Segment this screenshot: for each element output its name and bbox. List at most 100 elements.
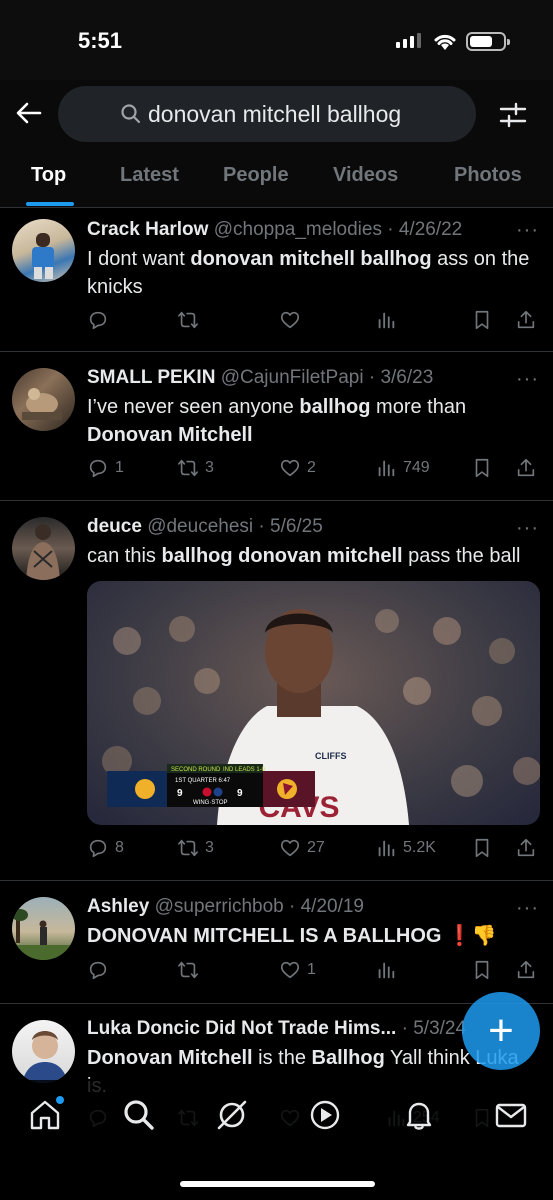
bookmark-button[interactable] [471,457,493,479]
tweet-text: I’ve never seen anyone ballhog more than… [87,396,467,446]
share-button[interactable] [515,837,537,859]
views-button[interactable]: 5.2K [375,837,436,859]
tweet-actions [87,309,541,337]
retweet-button[interactable] [177,309,205,331]
search-input[interactable]: donovan mitchell ballhog [58,86,476,142]
video-play-icon[interactable] [308,1098,342,1132]
heart-icon [279,309,301,331]
reply-button[interactable]: 1 [87,457,124,479]
reply-icon [87,959,109,981]
share-button[interactable] [515,959,537,981]
like-button[interactable] [279,309,307,331]
views-chart-icon [375,959,397,981]
reply-button[interactable] [87,959,115,981]
svg-text:CLIFFS: CLIFFS [315,751,347,761]
tweet[interactable]: deuce @deucehesi · 5/6/25 can this ballh… [0,501,553,881]
svg-text:1ST QUARTER 6:47: 1ST QUARTER 6:47 [175,778,231,784]
retweet-button[interactable]: 3 [177,457,214,479]
like-button[interactable]: 2 [279,457,316,479]
share-icon [515,309,537,331]
avatar[interactable] [12,368,75,431]
video-frame: CAVS CLIFFS SECOND ROUND IND LEADS 1-0 1… [102,609,540,825]
bookmark-button[interactable] [471,309,493,331]
heart-icon [279,959,301,981]
views-button[interactable] [375,309,403,331]
tweet[interactable]: Crack Harlow @choppa_melodies · 4/26/22 … [0,209,553,352]
avatar[interactable] [12,517,75,580]
back-arrow-icon[interactable] [14,98,44,128]
search-query: donovan mitchell ballhog [148,100,402,127]
reply-icon [87,837,109,859]
views-button[interactable]: 749 [375,457,430,479]
tab-people[interactable]: People [223,164,289,187]
retweet-button[interactable]: 3 [177,837,214,859]
svg-text:9: 9 [237,788,243,799]
share-button[interactable] [515,457,537,479]
more-options-icon[interactable]: ··· [516,518,539,538]
share-button[interactable] [515,309,537,331]
reply-icon [87,457,109,479]
tweet-author-name[interactable]: Ashley [87,896,149,917]
avatar[interactable] [12,219,75,282]
reply-button[interactable]: 8 [87,837,124,859]
compose-post-button[interactable]: + [462,992,540,1070]
tweet-author-name[interactable]: Luka Doncic Did Not Trade Hims... [87,1018,396,1039]
heart-icon [279,457,301,479]
retweet-icon [177,959,199,981]
status-time: 5:51 [78,28,123,53]
messages-envelope-icon[interactable] [494,1098,528,1132]
more-options-icon[interactable]: ··· [516,898,539,918]
search-icon[interactable] [122,1098,156,1132]
filter-sliders-icon[interactable] [498,100,528,130]
svg-text:IND LEADS 1-0: IND LEADS 1-0 [223,767,266,773]
avatar[interactable] [12,1020,75,1083]
tweet-author-meta: @superrichbob · 4/20/19 [149,896,364,917]
tweet-author-meta: @CajunFiletPapi · 3/6/23 [215,367,434,388]
like-button[interactable]: 1 [279,959,316,981]
grok-icon[interactable] [215,1098,249,1132]
tweet-author-meta: @deucehesi · 5/6/25 [141,516,323,537]
tweet-text: can this ballhog donovan mitchell pass t… [87,545,521,567]
views-chart-icon [375,457,397,479]
tab-photos[interactable]: Photos [454,164,522,187]
tweet-author-meta: · 5/3/24 [396,1018,467,1039]
tab-top[interactable]: Top [31,164,66,187]
like-button[interactable]: 27 [279,837,325,859]
bookmark-icon [471,837,493,859]
search-header: donovan mitchell ballhog Top Latest Peop… [0,80,553,208]
status-bar: 5:51 [0,0,553,80]
more-options-icon[interactable]: ··· [516,220,539,240]
home-indicator [180,1181,375,1187]
retweet-button[interactable] [177,959,205,981]
bookmark-icon [471,457,493,479]
wifi-icon [434,34,456,50]
tweet-text: I dont want donovan mitchell ballhog ass… [87,248,530,298]
tweet-actions: 1 [87,959,541,987]
tweet-actions: 1 3 2 749 [87,457,541,485]
svg-text:9: 9 [177,788,183,799]
active-tab-indicator [26,202,74,206]
search-tabs: Top Latest People Videos Photos [0,158,553,208]
bookmark-button[interactable] [471,837,493,859]
bookmark-icon [471,959,493,981]
tweet-video[interactable]: CAVS CLIFFS SECOND ROUND IND LEADS 1-0 1… [87,581,540,825]
views-button[interactable] [375,959,403,981]
more-options-icon[interactable]: ··· [516,369,539,389]
bookmark-button[interactable] [471,959,493,981]
avatar[interactable] [12,897,75,960]
notifications-bell-icon[interactable] [402,1098,436,1132]
tweet-author-name[interactable]: Crack Harlow [87,219,208,240]
svg-text:WING·STOP: WING·STOP [193,800,228,806]
share-icon [515,457,537,479]
reply-button[interactable] [87,309,115,331]
share-icon [515,837,537,859]
tweet[interactable]: Ashley @superrichbob · 4/20/19 DONOVAN M… [0,881,553,1004]
tab-videos[interactable]: Videos [333,164,398,187]
tweet[interactable]: SMALL PEKIN @CajunFiletPapi · 3/6/23 I’v… [0,352,553,501]
notification-dot [56,1096,64,1104]
tab-latest[interactable]: Latest [120,164,179,187]
views-chart-icon [375,309,397,331]
tweet-author-name[interactable]: SMALL PEKIN [87,367,215,388]
tweet-author-name[interactable]: deuce [87,516,142,537]
tweet-author-meta: @choppa_melodies · 4/26/22 [208,219,463,240]
